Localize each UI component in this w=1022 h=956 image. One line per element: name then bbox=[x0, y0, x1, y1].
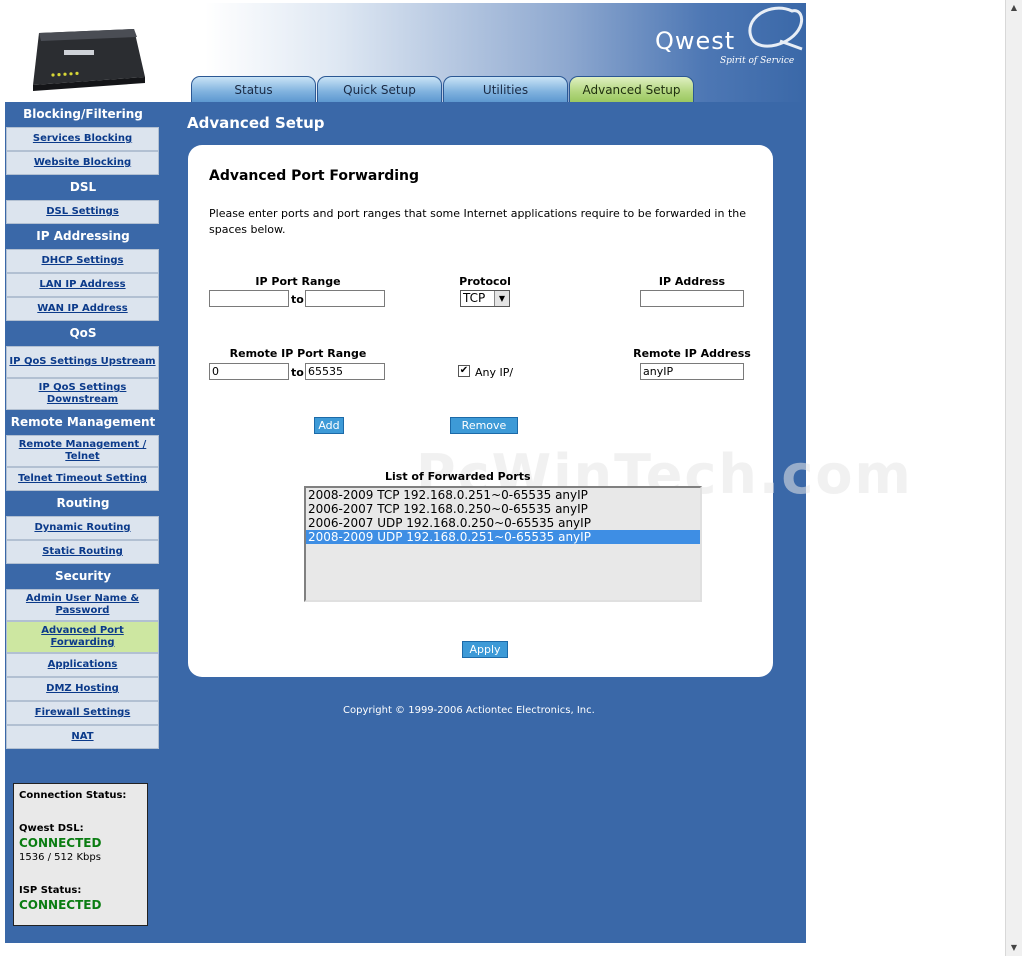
sidebar-item-lan-ip-address[interactable]: LAN IP Address bbox=[6, 273, 159, 297]
sidebar-item-qos-downstream[interactable]: IP QoS Settings Downstream bbox=[6, 378, 159, 410]
dsl-speed: 1536 / 512 Kbps bbox=[19, 852, 101, 863]
remote-ip-address-input[interactable]: anyIP bbox=[640, 363, 744, 380]
connection-status-label: Connection Status: bbox=[19, 790, 127, 801]
router-page: Qwest Spirit of Service Status Quick Set… bbox=[5, 3, 911, 943]
vertical-scrollbar[interactable]: ▲ ▼ bbox=[1005, 0, 1022, 956]
logo-tagline: Spirit of Service bbox=[720, 56, 795, 66]
dsl-label: Qwest DSL: bbox=[19, 823, 84, 834]
sidebar-item-wan-ip-address[interactable]: WAN IP Address bbox=[6, 297, 159, 321]
sidebar-item-remote-management-telnet[interactable]: Remote Management / Telnet bbox=[6, 435, 159, 467]
ip-address-label: IP Address bbox=[658, 275, 726, 288]
tab-advanced-setup[interactable]: Advanced Setup bbox=[569, 76, 694, 102]
ip-address-input[interactable] bbox=[640, 290, 744, 307]
isp-status-value: CONNECTED bbox=[19, 898, 102, 912]
connection-status-box: Connection Status: Qwest DSL: CONNECTED … bbox=[13, 783, 148, 926]
sidebar-item-website-blocking[interactable]: Website Blocking bbox=[6, 151, 159, 175]
remote-port-range-label: Remote IP Port Range bbox=[229, 347, 367, 360]
port-start-input[interactable] bbox=[209, 290, 289, 307]
sidebar-item-static-routing[interactable]: Static Routing bbox=[6, 540, 159, 564]
remote-port-end-input[interactable]: 65535 bbox=[305, 363, 385, 380]
remove-button[interactable]: Remove bbox=[450, 417, 518, 434]
panel-description: Please enter ports and port ranges that … bbox=[209, 207, 746, 236]
sidebar-heading-blocking: Blocking/Filtering bbox=[23, 107, 143, 121]
copyright: Copyright © 1999-2006 Actiontec Electron… bbox=[343, 705, 595, 716]
sidebar-item-applications[interactable]: Applications bbox=[6, 653, 159, 677]
sidebar-heading-remote-management: Remote Management bbox=[10, 415, 156, 429]
port-end-input[interactable] bbox=[305, 290, 385, 307]
list-item-selected[interactable]: 2008-2009 UDP 192.168.0.251~0-65535 anyI… bbox=[306, 530, 700, 544]
sidebar-item-dmz-hosting[interactable]: DMZ Hosting bbox=[6, 677, 159, 701]
sidebar-item-firewall-settings[interactable]: Firewall Settings bbox=[6, 701, 159, 725]
ip-port-range-label: IP Port Range bbox=[255, 275, 341, 288]
sidebar-heading-ip-addressing: IP Addressing bbox=[36, 229, 130, 243]
protocol-label: Protocol bbox=[459, 275, 511, 288]
sidebar-item-dynamic-routing[interactable]: Dynamic Routing bbox=[6, 516, 159, 540]
sidebar-item-services-blocking[interactable]: Services Blocking bbox=[6, 127, 159, 151]
scroll-up-icon[interactable]: ▲ bbox=[1006, 0, 1022, 16]
remote-port-start-input[interactable]: 0 bbox=[209, 363, 289, 380]
sidebar-item-qos-upstream[interactable]: IP QoS Settings Upstream bbox=[6, 346, 159, 378]
any-ip-checkbox[interactable]: ✔ bbox=[458, 365, 470, 377]
forwarded-ports-title: List of Forwarded Ports bbox=[385, 470, 531, 483]
page-title: Advanced Setup bbox=[187, 114, 325, 132]
panel-title: Advanced Port Forwarding bbox=[209, 168, 420, 184]
sidebar-heading-routing: Routing bbox=[56, 496, 110, 510]
sidebar-item-advanced-port-forwarding[interactable]: Advanced Port Forwarding bbox=[6, 621, 159, 653]
tab-utilities[interactable]: Utilities bbox=[443, 76, 568, 102]
chevron-down-icon[interactable]: ▼ bbox=[494, 291, 509, 306]
sidebar-item-telnet-timeout[interactable]: Telnet Timeout Setting bbox=[6, 467, 159, 491]
isp-label: ISP Status: bbox=[19, 885, 82, 896]
to-label: to bbox=[291, 293, 304, 306]
sidebar-item-admin-user[interactable]: Admin User Name & Password bbox=[6, 589, 159, 621]
modem-image bbox=[33, 29, 145, 91]
sidebar-heading-qos: QoS bbox=[69, 326, 97, 340]
sidebar: Blocking/Filtering Services Blocking Web… bbox=[5, 102, 161, 749]
sidebar-heading-security: Security bbox=[54, 569, 112, 583]
qwest-logo: Qwest bbox=[655, 27, 736, 55]
sidebar-item-dsl-settings[interactable]: DSL Settings bbox=[6, 200, 159, 224]
port-forwarding-panel: Advanced Port Forwarding Please enter po… bbox=[188, 145, 911, 677]
add-button[interactable]: Add bbox=[314, 417, 344, 434]
remote-ip-address-label: Remote IP Address bbox=[633, 347, 751, 360]
scroll-down-icon[interactable]: ▼ bbox=[1006, 940, 1022, 956]
remote-to-label: to bbox=[291, 366, 304, 379]
sidebar-heading-dsl: DSL bbox=[69, 180, 97, 194]
list-item[interactable]: 2008-2009 TCP 192.168.0.251~0-65535 anyI… bbox=[306, 488, 700, 502]
list-item[interactable]: 2006-2007 UDP 192.168.0.250~0-65535 anyI… bbox=[306, 516, 700, 530]
sidebar-item-nat[interactable]: NAT bbox=[6, 725, 159, 749]
protocol-value: TCP bbox=[463, 291, 486, 305]
apply-button[interactable]: Apply bbox=[462, 641, 508, 658]
sidebar-item-dhcp-settings[interactable]: DHCP Settings bbox=[6, 249, 159, 273]
list-item[interactable]: 2006-2007 TCP 192.168.0.250~0-65535 anyI… bbox=[306, 502, 700, 516]
qwest-swirl-icon bbox=[748, 6, 804, 51]
tab-quick-setup[interactable]: Quick Setup bbox=[317, 76, 442, 102]
dsl-status-value: CONNECTED bbox=[19, 836, 102, 850]
any-ip-label: Any IP/ bbox=[475, 366, 514, 379]
forwarded-ports-list[interactable]: 2008-2009 TCP 192.168.0.251~0-65535 anyI… bbox=[304, 486, 702, 602]
protocol-select[interactable]: TCP ▼ bbox=[460, 290, 510, 307]
tab-status[interactable]: Status bbox=[191, 76, 316, 102]
